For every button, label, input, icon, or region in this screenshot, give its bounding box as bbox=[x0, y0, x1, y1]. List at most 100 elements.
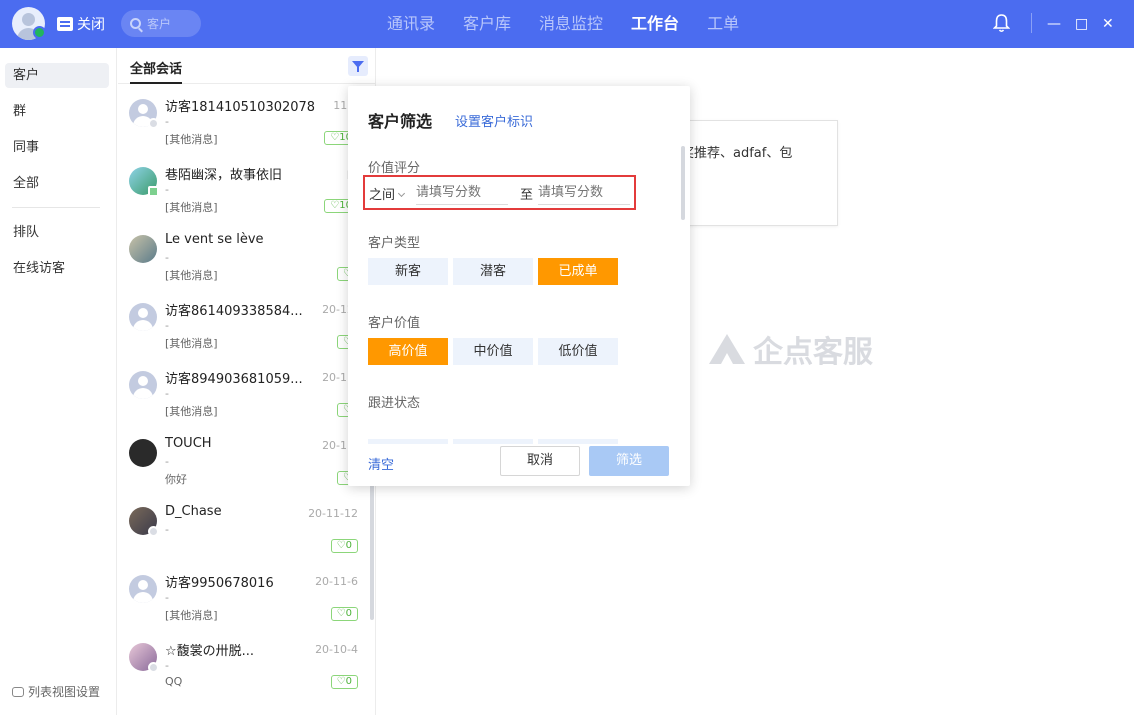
value-badge: ♡0 bbox=[330, 607, 358, 621]
score-range-box: 之间 至 bbox=[363, 175, 636, 210]
filter-icon[interactable] bbox=[348, 56, 368, 76]
device-status-icon bbox=[148, 186, 159, 197]
nav-workbench[interactable]: 工作台 bbox=[631, 0, 679, 48]
last-message: [其他消息] bbox=[165, 269, 218, 282]
list-item[interactable]: TOUCH - 你好 20-11- ♡ bbox=[118, 434, 375, 502]
value-option-low[interactable]: 低价值 bbox=[538, 338, 618, 365]
nav-customer-library[interactable]: 客户库 bbox=[463, 0, 511, 48]
apply-filter-button[interactable]: 筛选 bbox=[589, 446, 669, 476]
contact-subtitle: - bbox=[165, 659, 169, 672]
contact-name: ☆馥裳の卅脱... bbox=[165, 644, 255, 659]
contact-subtitle: - bbox=[165, 319, 169, 332]
list-item[interactable]: ☆馥裳の卅脱... - QQ 20-10-4 ♡0 bbox=[118, 638, 375, 706]
set-customer-tags-link[interactable]: 设置客户标识 bbox=[455, 111, 533, 130]
list-item[interactable]: 访客181410510302078 - [其他消息] 11:5 ♡10 bbox=[118, 94, 375, 162]
list-item[interactable]: D_Chase - 20-11-12 ♡0 bbox=[118, 502, 375, 570]
minimize-button[interactable]: — bbox=[1047, 16, 1061, 32]
score-label: 价值评分 bbox=[368, 161, 421, 176]
chevron-down-icon bbox=[397, 189, 406, 198]
sidebar-item-queue[interactable]: 排队 bbox=[5, 220, 109, 245]
filter-panel-scrollbar[interactable] bbox=[681, 146, 685, 220]
sidebar-item-customers[interactable]: 客户 bbox=[5, 63, 109, 88]
contact-subtitle: - bbox=[165, 115, 169, 128]
clear-filter-link[interactable]: 清空 bbox=[368, 454, 394, 473]
customer-type-label: 客户类型 bbox=[368, 236, 421, 251]
score-mode-select[interactable]: 之间 bbox=[369, 184, 406, 203]
settings-icon bbox=[12, 686, 24, 697]
contact-subtitle: - bbox=[165, 591, 169, 604]
customer-value-label: 客户价值 bbox=[368, 316, 421, 331]
timestamp: 20-11-6 bbox=[315, 575, 358, 588]
value-option-high[interactable]: 高价值 bbox=[368, 338, 448, 365]
sidebar-item-online-visitors[interactable]: 在线访客 bbox=[5, 256, 109, 281]
main-nav: 通讯录 客户库 消息监控 工作台 工单 bbox=[387, 0, 767, 48]
topbar-divider bbox=[1031, 13, 1032, 33]
panel-footer-background bbox=[348, 417, 690, 439]
list-view-settings[interactable]: 列表视图设置 bbox=[12, 683, 100, 700]
contact-name: D_Chase bbox=[165, 504, 222, 519]
sidebar-item-groups[interactable]: 群 bbox=[5, 99, 109, 124]
last-message: [其他消息] bbox=[165, 405, 218, 418]
value-badge: ♡0 bbox=[330, 675, 358, 689]
last-message: QQ bbox=[165, 675, 183, 688]
nav-message-monitor[interactable]: 消息监控 bbox=[539, 0, 603, 48]
contact-name: 访客9950678016 bbox=[165, 576, 274, 591]
last-message: [其他消息] bbox=[165, 133, 218, 146]
search-input[interactable]: 客户 bbox=[121, 10, 201, 37]
active-tab-underline bbox=[130, 82, 182, 84]
type-option-potential[interactable]: 潜客 bbox=[453, 258, 533, 285]
contact-name: 访客861409338584... bbox=[165, 304, 303, 319]
value-badge-count: 0 bbox=[345, 540, 352, 551]
avatar bbox=[129, 575, 157, 603]
contact-subtitle: - bbox=[165, 183, 169, 196]
sidebar-item-all[interactable]: 全部 bbox=[5, 171, 109, 196]
close-label: 关闭 bbox=[77, 17, 105, 33]
contact-name: 巷陌幽深，故事依旧 bbox=[165, 168, 283, 183]
last-message: 你好 bbox=[165, 473, 187, 486]
search-icon bbox=[130, 18, 141, 29]
chat-icon bbox=[57, 17, 73, 31]
nav-contacts[interactable]: 通讯录 bbox=[387, 0, 435, 48]
list-item[interactable]: 巷陌幽深，故事依旧 - [其他消息] 昨 ♡10 bbox=[118, 162, 375, 230]
nav-tickets[interactable]: 工单 bbox=[707, 0, 739, 48]
brand-logo-icon bbox=[709, 334, 745, 364]
brand-name: 企点客服 bbox=[753, 335, 873, 370]
list-item[interactable]: 访客894903681059... - [其他消息] 20-11- ♡ bbox=[118, 366, 375, 434]
customer-tags-card: 奖推荐、adfaf、包 bbox=[680, 120, 838, 226]
list-item[interactable]: Le vent se lève - [其他消息] 1 ♡ bbox=[118, 230, 375, 298]
score-from-input[interactable] bbox=[416, 181, 508, 205]
sidebar-item-colleagues[interactable]: 同事 bbox=[5, 135, 109, 160]
contact-name: Le vent se lève bbox=[165, 232, 264, 247]
filter-panel-title: 客户筛选 bbox=[368, 112, 433, 131]
avatar bbox=[129, 371, 157, 399]
list-item[interactable]: 访客9950678016 - [其他消息] 20-11-6 ♡0 bbox=[118, 570, 375, 638]
value-option-medium[interactable]: 中价值 bbox=[453, 338, 533, 365]
score-to-input[interactable] bbox=[538, 181, 630, 205]
type-option-new[interactable]: 新客 bbox=[368, 258, 448, 285]
follow-status-label: 跟进状态 bbox=[368, 396, 421, 411]
online-status-icon bbox=[33, 26, 46, 39]
customer-filter-panel: 客户筛选 设置客户标识 价值评分 之间 至 客户类型 新客 潜客 已成单 客户价… bbox=[348, 86, 690, 486]
contact-subtitle: - bbox=[165, 251, 169, 264]
contact-subtitle: - bbox=[165, 523, 169, 536]
maximize-button[interactable]: □ bbox=[1075, 16, 1088, 32]
all-conversations-tab[interactable]: 全部会话 bbox=[130, 58, 182, 77]
list-view-settings-label: 列表视图设置 bbox=[28, 685, 101, 699]
bell-icon[interactable] bbox=[993, 13, 1010, 33]
status-dot bbox=[148, 118, 159, 129]
contact-subtitle: - bbox=[165, 455, 169, 468]
contact-subtitle: - bbox=[165, 387, 169, 400]
search-placeholder: 客户 bbox=[147, 17, 172, 31]
conversation-list: 全部会话 访客181410510302078 - [其他消息] 11:5 ♡10… bbox=[118, 48, 376, 715]
sidebar-divider bbox=[12, 207, 100, 208]
close-window-button[interactable]: ✕ bbox=[1102, 16, 1114, 32]
cancel-button[interactable]: 取消 bbox=[500, 446, 580, 476]
last-message: [其他消息] bbox=[165, 337, 218, 350]
value-badge-count: 0 bbox=[345, 676, 352, 687]
contact-name: 访客181410510302078 bbox=[165, 100, 316, 115]
type-option-closed[interactable]: 已成单 bbox=[538, 258, 618, 285]
score-to-label: 至 bbox=[520, 188, 534, 203]
list-item[interactable]: 访客861409338584... - [其他消息] 20-12- ♡ bbox=[118, 298, 375, 366]
value-badge-count: 0 bbox=[345, 608, 352, 619]
close-chat-button[interactable]: 关闭 bbox=[57, 14, 105, 34]
